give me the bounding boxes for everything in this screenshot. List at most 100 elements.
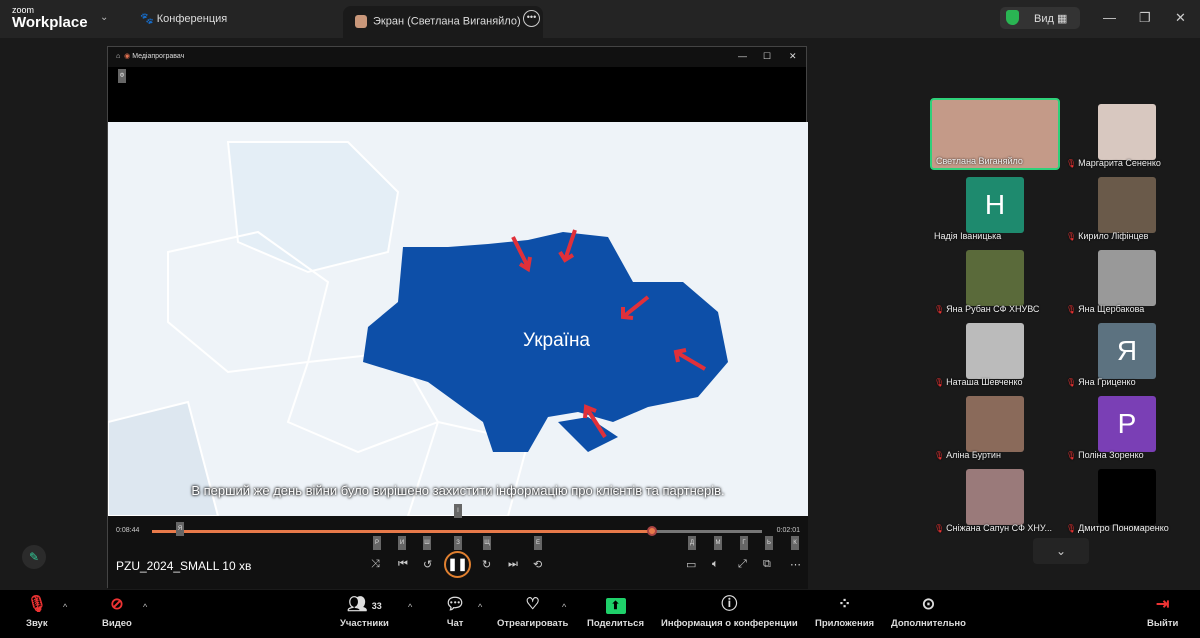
participant-tile[interactable]: H Надія Іваницька (930, 171, 1060, 243)
participant-video (966, 469, 1024, 525)
mic-muted-icon: 🎙︎ (934, 524, 945, 533)
repeat-off-icon[interactable]: ⟲ (533, 558, 542, 571)
video-caret-icon[interactable]: ^ (143, 602, 147, 612)
key-hint: Е (534, 536, 542, 550)
participant-tile[interactable]: 🎙︎ Аліна Буртин (930, 390, 1060, 462)
apps-button[interactable]: ⁘ Приложения (815, 594, 874, 629)
logo-big: Workplace (12, 14, 88, 31)
home-icon[interactable]: ⌂ (116, 53, 120, 60)
more-label: Дополнительно (891, 618, 966, 629)
mic-muted-icon: 🎙︎ (1066, 305, 1077, 314)
participant-tile[interactable]: Я 🎙︎ Яна Гриценко (1062, 317, 1192, 389)
participants-gallery: Светлана Виганяйло 🎙︎ Маргарита Сененко H На… (912, 38, 1200, 590)
minimize-button[interactable]: — (1103, 10, 1116, 25)
chat-caret-icon[interactable]: ^ (478, 602, 482, 612)
mic-muted-icon: 🎙︎ (934, 305, 945, 314)
participant-name: Яна Рубан СФ ХНУВС (946, 304, 1040, 314)
participant-name: Яна Гриценко (1078, 377, 1136, 387)
shuffle-icon[interactable]: ⤨ (371, 558, 380, 571)
participant-tile[interactable]: 🎙︎ Сніжана Сапун СФ ХНУ... (930, 463, 1060, 535)
chat-label: Чат (446, 618, 464, 629)
maximize-button[interactable]: ❐ (1139, 10, 1151, 26)
view-button[interactable]: Вид ▦ (1000, 7, 1080, 29)
participant-tile[interactable]: 🎙︎ Маргарита Сененко (1062, 98, 1192, 170)
audio-button[interactable]: 🎙︎ Звук (26, 594, 48, 629)
participant-tile[interactable]: Светлана Виганяйло (930, 98, 1060, 170)
shield-icon (1006, 10, 1019, 25)
participant-video (966, 323, 1024, 379)
tab-screen-share[interactable]: Экран (Светлана Виганяйло) (343, 6, 543, 38)
scroll-down-chevron-icon[interactable]: ⌄ (1033, 538, 1089, 564)
previous-icon[interactable]: ⏮ (398, 558, 408, 571)
chat-button[interactable]: 💬︎ Чат (445, 594, 465, 629)
mic-muted-icon: 🎙︎ (1066, 232, 1077, 241)
close-button[interactable]: ✕ (1175, 10, 1186, 26)
participant-name-row: 🎙︎ Аліна Буртин (934, 450, 1001, 460)
react-label: Отреагировать (497, 618, 569, 629)
key-hint: Ш (423, 536, 431, 550)
rewind-10-icon[interactable]: ↺ (423, 558, 432, 571)
participant-name-row: Надія Іваницька (934, 231, 1001, 241)
participant-tile[interactable]: 🎙︎ Кирило Ліфінцев (1062, 171, 1192, 243)
react-caret-icon[interactable]: ^ (562, 602, 566, 612)
grid-icon: ▦ (1056, 13, 1068, 25)
tab-screen-label: Экран (Светлана Виганяйло) (373, 15, 521, 28)
pause-button[interactable]: ❚❚ (444, 551, 471, 578)
audio-caret-icon[interactable]: ^ (63, 602, 67, 612)
seek-progress (152, 530, 653, 533)
key-hint: З (454, 536, 462, 550)
key-hint: Ф (118, 69, 126, 83)
key-hint: Р (373, 536, 381, 550)
more-icon[interactable]: ⋯ (790, 558, 801, 571)
key-hint: Я (176, 522, 184, 536)
participants-caret-icon[interactable]: ^ (408, 602, 412, 612)
heart-icon: ♡ (525, 596, 540, 613)
cast-icon[interactable]: ⧉ (763, 558, 771, 571)
leave-button[interactable]: ⇥ Выйти (1147, 594, 1178, 629)
participants-button[interactable]: 👥︎ 33 Участники (340, 594, 389, 629)
key-hint: Ь (765, 536, 773, 550)
player-close[interactable]: ✕ (789, 51, 797, 62)
player-minimize[interactable]: — (738, 51, 747, 61)
more-button[interactable]: ⊙ Дополнительно (891, 594, 966, 629)
seek-handle[interactable] (647, 526, 658, 536)
key-hint: Д (688, 536, 696, 550)
participant-name-row: 🎙︎ Дмитро Пономаренко (1066, 523, 1169, 533)
player-maximize[interactable]: ☐ (763, 51, 771, 62)
volume-icon[interactable]: 🔈︎ (712, 558, 719, 571)
key-hint: И (398, 536, 406, 550)
chevron-down-icon[interactable]: ⌄ (100, 12, 108, 23)
time-elapsed: 0:08:44 (116, 527, 140, 534)
more-options-icon[interactable]: ••• (523, 10, 540, 27)
tab-conference[interactable]: 🐾 Конференция (140, 12, 227, 25)
participant-name: Поліна Зоренко (1078, 450, 1144, 460)
view-label: Вид (1034, 13, 1054, 25)
miniplayer-icon[interactable]: ▭ (686, 558, 696, 571)
seek-bar[interactable] (152, 526, 762, 536)
participants-icon: 👥︎ (347, 596, 368, 613)
participant-tile[interactable]: 🎙︎ Яна Щербакова (1062, 244, 1192, 316)
participant-tile[interactable]: 🎙︎ Яна Рубан СФ ХНУВС (930, 244, 1060, 316)
participant-name: Светлана Виганяйло (936, 156, 1023, 166)
leave-icon: ⇥ (1155, 596, 1170, 613)
participant-tile[interactable]: 🎙︎ Дмитро Пономаренко (1062, 463, 1192, 535)
video-button[interactable]: ⊘ Видео (102, 594, 132, 629)
info-icon: ⓘ (721, 596, 738, 613)
fullscreen-icon[interactable]: ⤢ (738, 558, 747, 571)
participant-tile[interactable]: 🎙︎ Наташа Шевченко (930, 317, 1060, 389)
participant-tile[interactable]: P 🎙︎ Поліна Зоренко (1062, 390, 1192, 462)
next-icon[interactable]: ⏭ (508, 558, 518, 571)
participant-name-row: 🎙︎ Кирило Ліфінцев (1066, 231, 1148, 241)
meeting-info-button[interactable]: ⓘ Информация о конференции (661, 594, 798, 629)
participant-name-row: 🎙︎ Яна Гриценко (1066, 377, 1136, 387)
people-icon: 🐾 (140, 13, 154, 25)
player-title-bar: ⌂ ◉ Медіапрогравач — ☐ ✕ (108, 47, 806, 67)
info-label: Информация о конференции (661, 618, 798, 629)
avatar-initial: H (966, 177, 1024, 233)
react-button[interactable]: ♡ Отреагировать (497, 594, 568, 629)
participant-name-row: 🎙︎ Сніжана Сапун СФ ХНУ... (934, 523, 1052, 533)
participant-video (966, 250, 1024, 306)
annotate-pen-icon[interactable]: ✎ (22, 545, 46, 569)
share-button[interactable]: ⬆ Поделиться (587, 594, 644, 629)
forward-30-icon[interactable]: ↻ (482, 558, 491, 571)
